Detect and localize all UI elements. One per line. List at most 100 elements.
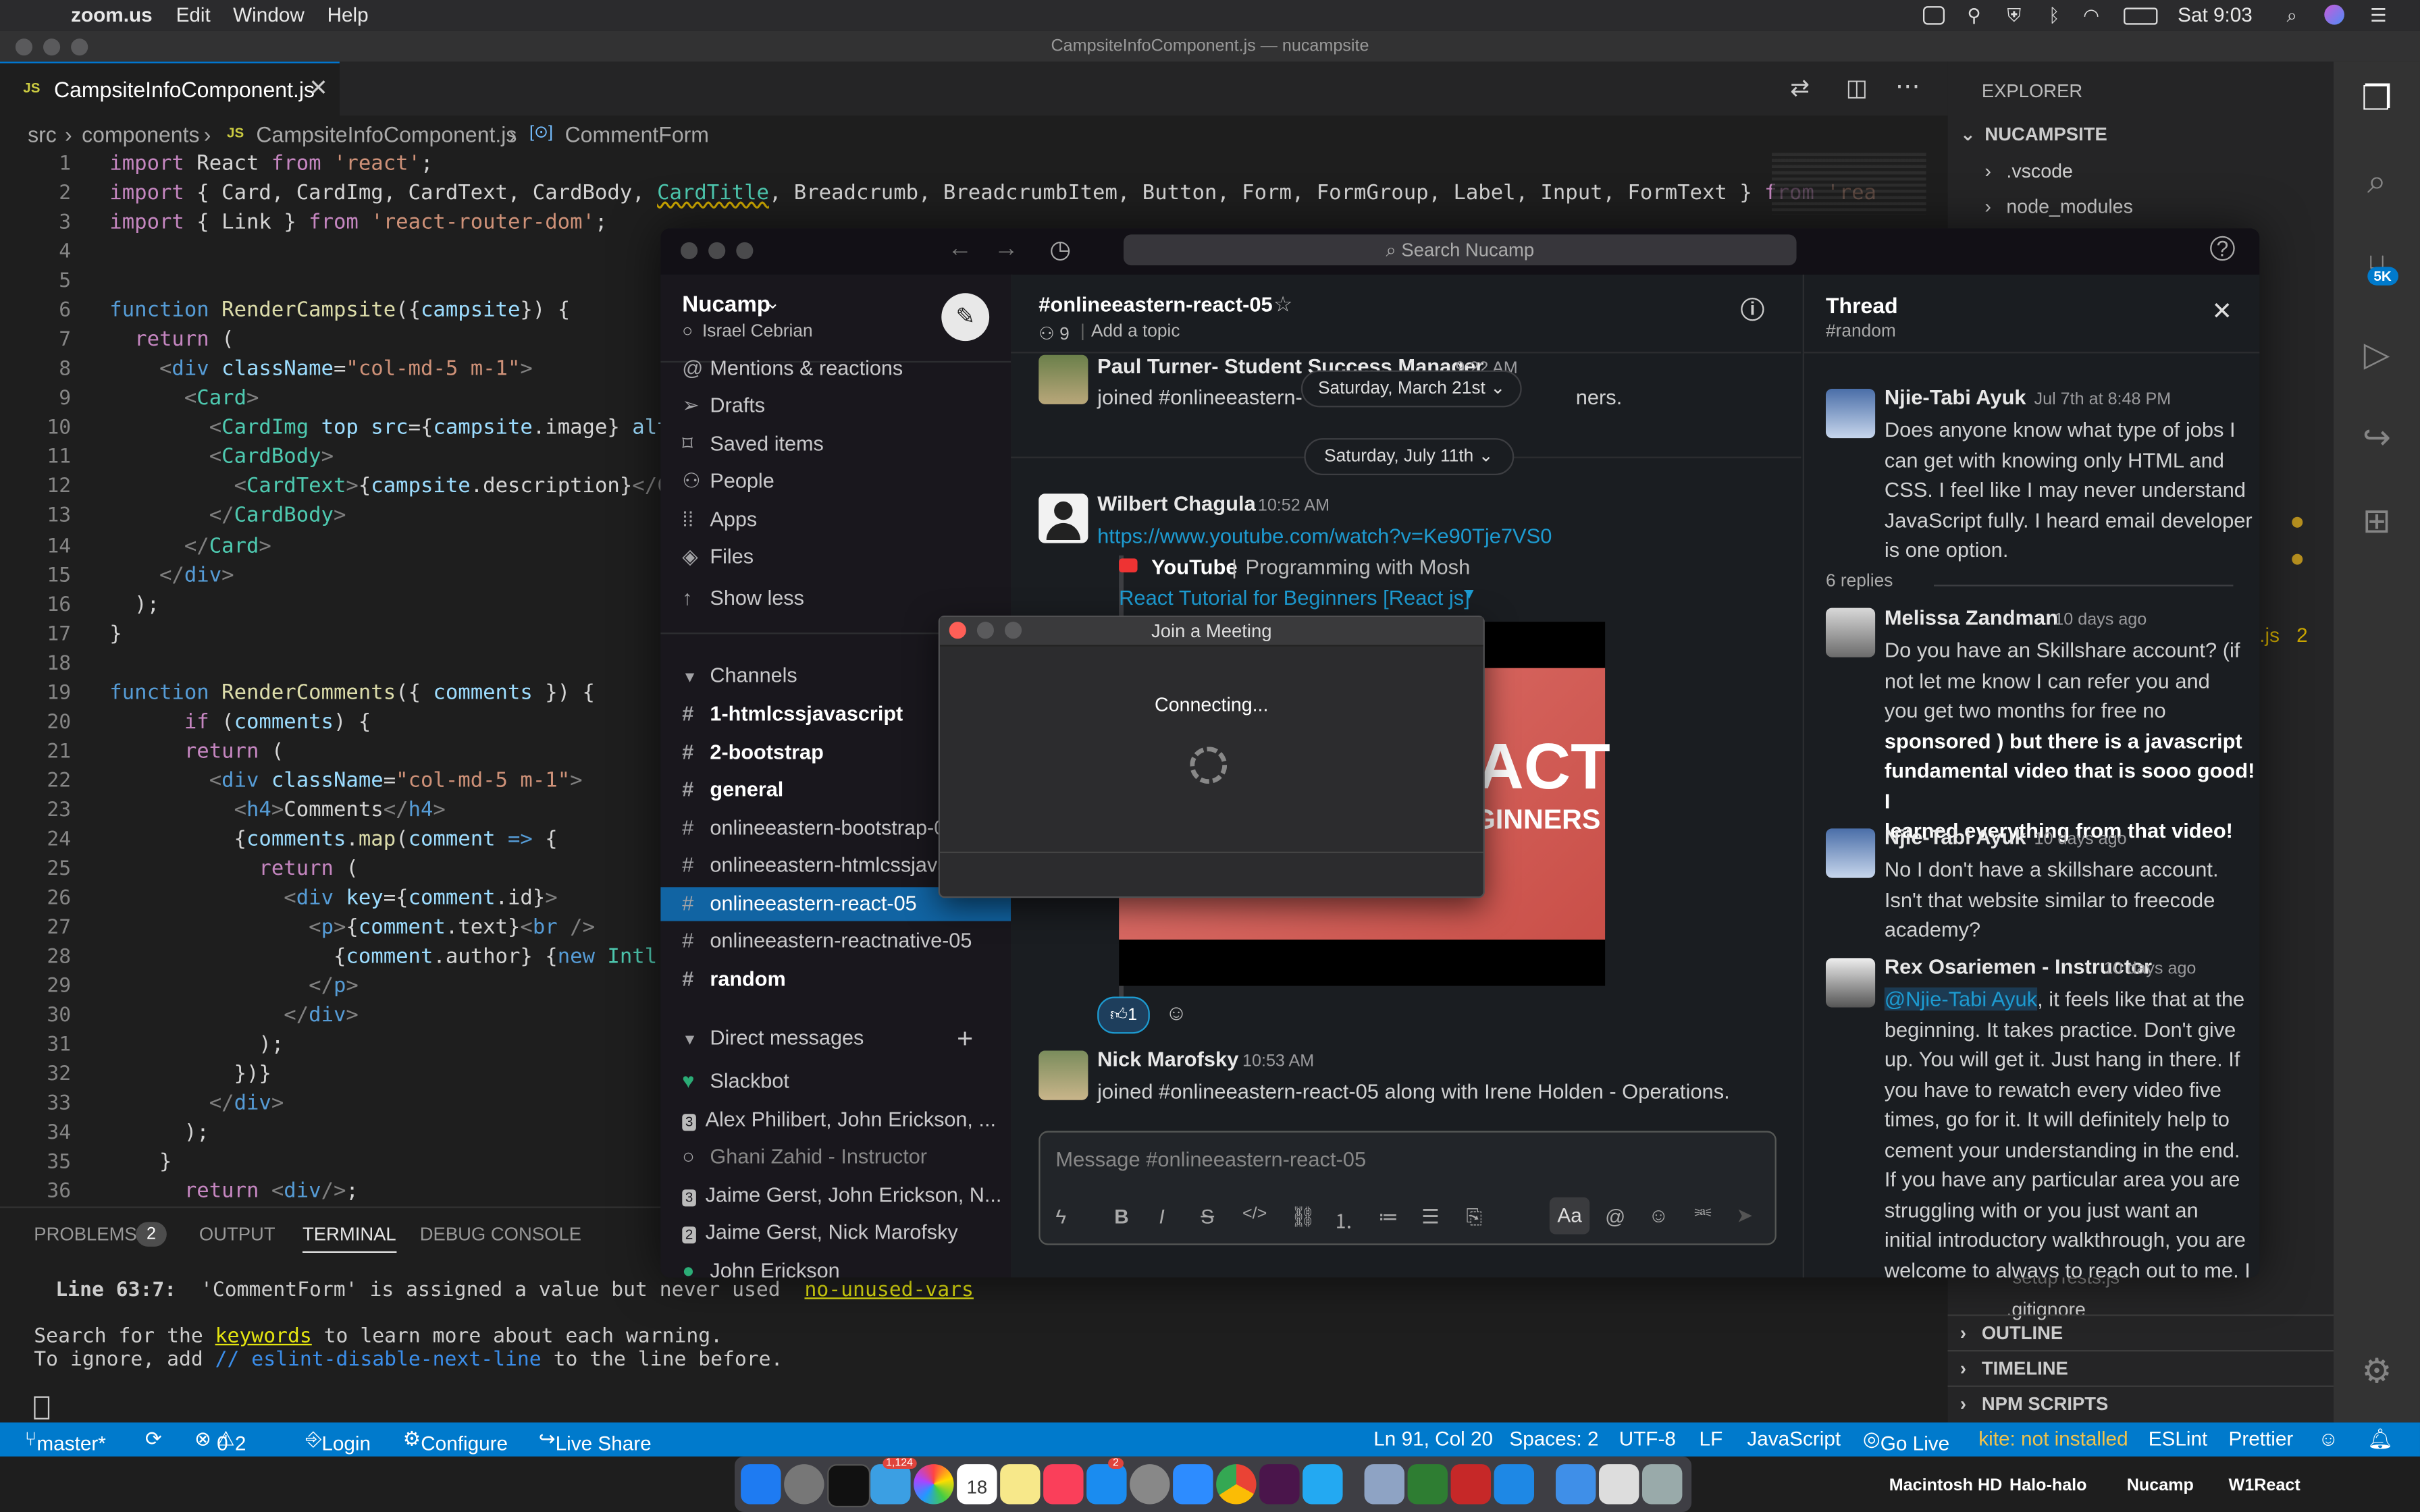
menu-help[interactable]: Help (327, 3, 369, 26)
avatar[interactable] (1038, 354, 1088, 404)
slack-close-button[interactable] (680, 242, 698, 259)
unfurl-title[interactable]: React Tutorial for Beginners [React js] (1119, 587, 1470, 610)
vscode-window-icon[interactable] (1494, 1464, 1534, 1505)
channel-item[interactable]: #2-bootstrap (682, 735, 823, 769)
nav-drafts[interactable]: ➢ Drafts (682, 389, 765, 423)
code-block-icon[interactable]: ⎘ (1466, 1205, 1482, 1230)
encoding-status[interactable]: UTF-8 (1619, 1427, 1676, 1450)
breadcrumb-file[interactable]: CampsiteInfoComponent.js (256, 122, 517, 147)
italic-icon[interactable]: I (1159, 1205, 1165, 1228)
workspace-header[interactable]: Nucamp ⌄ ○ Israel Cebrian ✎ (660, 275, 1011, 363)
split-editor-icon[interactable]: ◫ (1846, 74, 1868, 102)
zoom-status-icon[interactable] (1922, 6, 1945, 25)
menu-clock[interactable]: Sat 9:03 (2178, 3, 2253, 26)
help-icon[interactable]: ? (2210, 236, 2235, 261)
live-share-icon[interactable]: ↪ (2355, 416, 2398, 460)
desktop-label[interactable]: Macintosh HD (1889, 1476, 2003, 1494)
eol-status[interactable]: LF (1700, 1427, 1723, 1450)
finder-icon[interactable] (741, 1464, 781, 1505)
indentation-status[interactable]: Spaces: 2 (1509, 1427, 1598, 1450)
bold-icon[interactable]: B (1114, 1205, 1128, 1228)
attachment-icon[interactable]: ⎃ (1695, 1204, 1712, 1228)
preview-icon[interactable] (1364, 1464, 1404, 1505)
zoom-icon[interactable] (1173, 1464, 1213, 1505)
reaction-thumbs-up[interactable]: 👍︎1 (1097, 996, 1150, 1034)
vscode-icon[interactable] (1303, 1464, 1343, 1505)
terminal-icon[interactable] (827, 1464, 871, 1508)
history-clock-icon[interactable]: ◷ (1049, 234, 1071, 265)
trash-icon[interactable] (1641, 1464, 1683, 1505)
tab-problems[interactable]: PROBLEMS (34, 1224, 136, 1245)
run-debug-icon[interactable]: ▷ (2355, 333, 2398, 377)
members-icon[interactable]: ⚇ 9 (1038, 323, 1070, 344)
breadcrumb-src[interactable]: src (28, 122, 57, 147)
mention-at-icon[interactable]: @ (1605, 1205, 1625, 1228)
dm-item[interactable]: 2 Jaime Gerst, Nick Marofsky (682, 1216, 958, 1249)
window-close-button[interactable] (15, 38, 32, 56)
caret-down-icon[interactable]: ▼ (1462, 587, 1477, 603)
send-icon[interactable]: ➤ (1736, 1204, 1753, 1228)
chrome-icon[interactable] (1216, 1464, 1257, 1505)
screenshot-icon[interactable] (1598, 1464, 1639, 1505)
cursor-position[interactable]: Ln 91, Col 20 (1373, 1427, 1493, 1450)
channel-item[interactable]: # onlineeastern-htmlcssjava (682, 848, 949, 882)
tab-output[interactable]: OUTPUT (199, 1224, 275, 1245)
back-arrow-icon[interactable]: ← (947, 236, 972, 264)
files-icon[interactable]: ❐ (2355, 77, 2398, 120)
channel-item[interactable]: # random (682, 962, 785, 996)
ordered-list-icon[interactable]: ⒈ (1334, 1205, 1354, 1234)
numbers-icon[interactable] (1407, 1464, 1448, 1505)
channel-title[interactable]: #onlineeastern-react-05 (1038, 293, 1272, 316)
launchpad-icon[interactable] (784, 1464, 824, 1505)
control-center-icon[interactable]: ☰ (2367, 5, 2389, 26)
terminal-rule-link[interactable]: no-unused-vars (804, 1279, 973, 1302)
avatar[interactable] (1038, 1050, 1088, 1100)
avatar[interactable] (1825, 828, 1876, 878)
language-status[interactable]: JavaScript (1747, 1427, 1841, 1450)
feedback-icon[interactable]: ☺ (2318, 1427, 2338, 1450)
project-folder[interactable]: ⌄ NUCAMPSITE (1948, 117, 2334, 151)
eslint-status[interactable]: ESLint (2149, 1427, 2208, 1450)
channel-item[interactable]: # general (682, 773, 783, 807)
window-minimize-button[interactable] (43, 38, 61, 56)
shield-icon[interactable]: ⛨ (2003, 5, 2025, 26)
extensions-icon[interactable]: ⊞ (2355, 500, 2398, 543)
add-dm-plus-icon[interactable]: + (957, 1021, 973, 1055)
sync-icon[interactable]: ⟳ (145, 1427, 162, 1452)
menu-window[interactable]: Window (233, 3, 305, 26)
branch-status[interactable]: ⑂ master* (25, 1427, 106, 1455)
bullet-list-icon[interactable]: ≔ (1378, 1205, 1398, 1230)
blockquote-icon[interactable]: ☰ (1421, 1205, 1440, 1230)
avatar[interactable] (1825, 958, 1876, 1008)
desktop-label[interactable]: W1React (2229, 1476, 2300, 1494)
mail-icon[interactable] (870, 1464, 911, 1505)
system-preferences-icon[interactable] (1130, 1464, 1170, 1505)
acrobat-icon[interactable] (1450, 1464, 1491, 1505)
message-composer[interactable]: Message #onlineeastern-react-05 ϟ B I S … (1038, 1131, 1777, 1245)
dm-item[interactable]: ● John Erickson (682, 1253, 839, 1278)
dm-item[interactable]: 3 Alex Philibert, John Erickson, ... (682, 1102, 996, 1136)
avatar[interactable] (1825, 388, 1876, 439)
dm-item[interactable]: 3 Jaime Gerst, John Erickson, N... (682, 1178, 1001, 1212)
nav-files[interactable]: ◈ Files (682, 540, 754, 574)
folder-node-modules[interactable]: › node_modules (1948, 190, 2334, 223)
composer-input[interactable]: Message #onlineeastern-react-05 (1055, 1148, 1366, 1171)
message-author[interactable]: Wilbert Chagula (1097, 492, 1256, 515)
menu-app-name[interactable]: zoom.us (71, 3, 153, 26)
formatting-toggle[interactable]: Aa (1549, 1197, 1590, 1235)
user-mention[interactable]: @Njie-Tabi Ayuk (1884, 987, 2038, 1011)
add-topic-link[interactable]: Add a topic (1091, 323, 1180, 341)
close-thread-icon[interactable]: ✕ (2211, 296, 2232, 327)
editor-tab[interactable]: JS CampsiteInfoComponent.js ✕ (0, 61, 340, 117)
avatar-default[interactable] (1038, 493, 1088, 543)
thread-author[interactable]: Njie-Tabi Ayuk (1885, 826, 2026, 848)
channel-item[interactable]: # onlineeastern-bootstrap-0 (682, 811, 945, 844)
slack-icon[interactable] (1259, 1464, 1300, 1505)
live-share-status[interactable]: ↪ Live Share (539, 1427, 652, 1455)
tab-debug-console[interactable]: DEBUG CONSOLE (420, 1224, 581, 1245)
pin-icon[interactable]: ⚲ (1963, 5, 1984, 26)
menu-edit[interactable]: Edit (176, 3, 211, 26)
channel-item[interactable]: # onlineeastern-reactnative-05 (682, 924, 972, 958)
strikethrough-icon[interactable]: S (1201, 1205, 1214, 1228)
folder-vscode[interactable]: › .vscode (1948, 155, 2334, 188)
